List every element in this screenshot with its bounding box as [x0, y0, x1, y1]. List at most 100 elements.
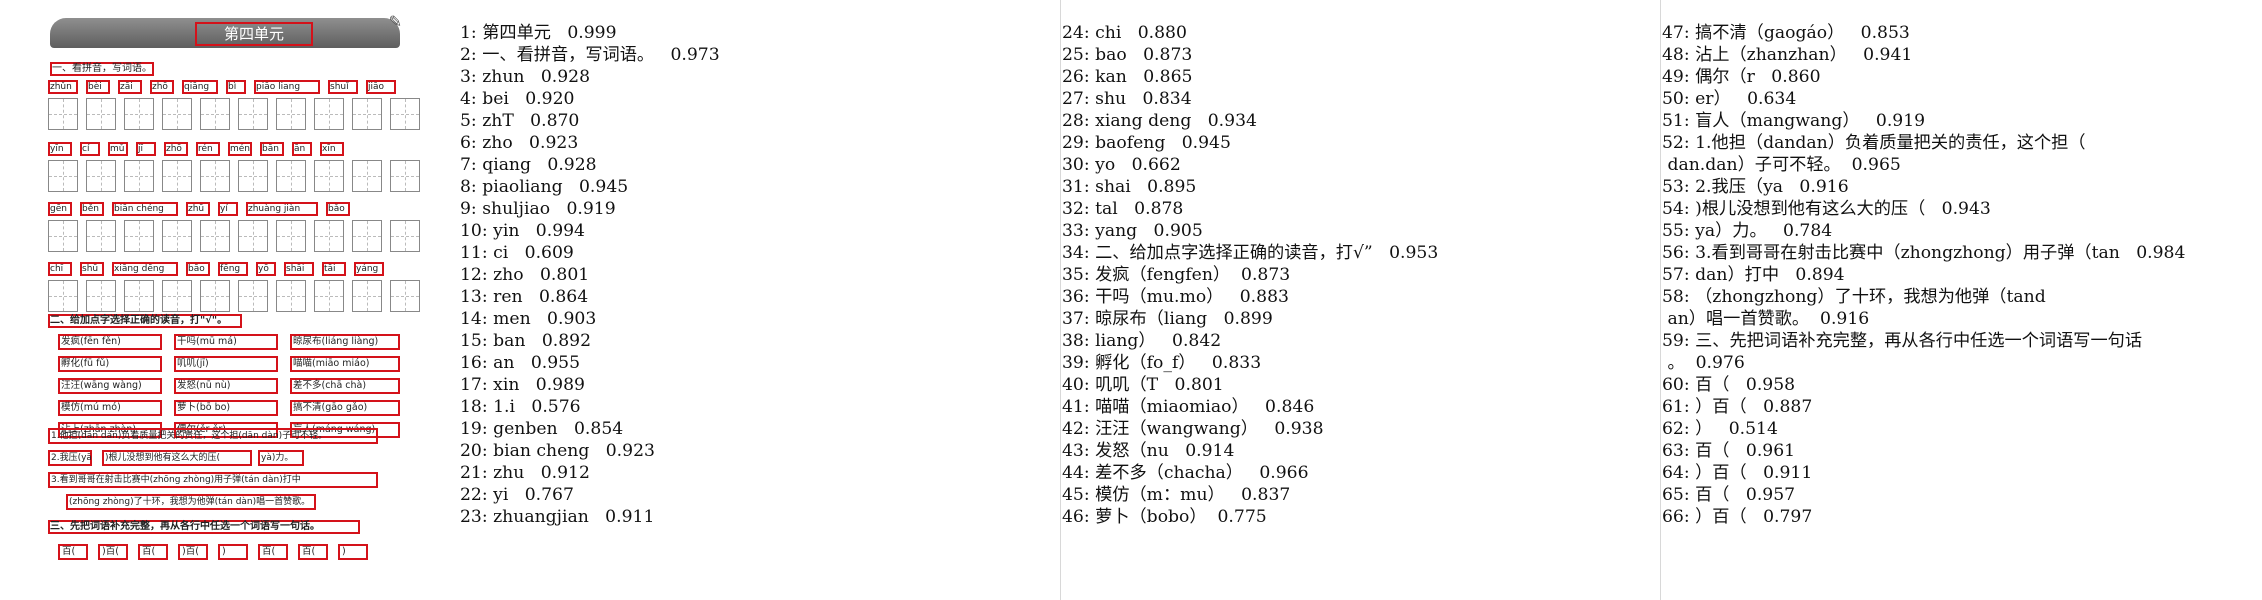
pinyin-label: mén — [230, 144, 251, 154]
writing-grid-cell — [86, 160, 116, 192]
worksheet-header-band: 第四单元 ✎ — [50, 12, 402, 48]
writing-grid-cell — [48, 160, 78, 192]
pinyin-label: ān — [294, 144, 306, 154]
writing-grid-cell — [314, 98, 344, 130]
ocr-result-line: 15: ban 0.892 — [460, 331, 592, 351]
writing-grid-cell — [352, 280, 382, 312]
writing-grid-cell — [48, 280, 78, 312]
ocr-result-line: 24: chi 0.880 — [1062, 23, 1187, 43]
ocr-result-line: 57: dan）打中 0.894 — [1662, 265, 1845, 285]
ocr-result-line: 61: ）百（ 0.887 — [1662, 397, 1813, 417]
pinyin-label: bǎo — [328, 204, 345, 214]
ocr-result-line: 38: liang） 0.842 — [1062, 331, 1222, 351]
fill-blank: 百( — [142, 546, 156, 557]
ocr-result-line: 9: shuljiao 0.919 — [460, 199, 616, 219]
writing-grid-cell — [352, 98, 382, 130]
ocr-result-line: 26: kan 0.865 — [1062, 67, 1193, 87]
writing-grid-cell — [238, 160, 268, 192]
ocr-result-line: 56: 3.看到哥哥在射击比赛中（zhongzhong）用子弹（tan 0.98… — [1662, 243, 2186, 263]
ocr-result-line: 4: bei 0.920 — [460, 89, 575, 109]
ocr-result-line: 44: 差不多（chacha） 0.966 — [1062, 463, 1309, 483]
pinyin-label: zhō — [166, 144, 182, 154]
pinyin-label: rén — [198, 144, 213, 154]
writing-grid-cell — [390, 280, 420, 312]
ocr-result-line: 。 0.976 — [1662, 353, 1745, 373]
ocr-result-line: 6: zho 0.923 — [460, 133, 579, 153]
pinyin-label: yáng — [356, 264, 379, 274]
pinyin-label: yí — [220, 204, 228, 214]
ocr-result-line: 20: bian cheng 0.923 — [460, 441, 655, 461]
writing-grid-cell — [124, 220, 154, 252]
ocr-result-line: 62: ） 0.514 — [1662, 419, 1778, 439]
ocr-result-line: 10: yin 0.994 — [460, 221, 585, 241]
choice-item: 晾尿布(liáng liàng) — [293, 336, 379, 347]
choice-item: 孵化(fū fǔ) — [61, 358, 110, 369]
writing-grid-cell — [390, 220, 420, 252]
ocr-result-line: 5: zhT 0.870 — [460, 111, 580, 131]
pinyin-label: biān chéng — [114, 204, 164, 214]
ocr-result-line: 22: yi 0.767 — [460, 485, 574, 505]
writing-grid-cell — [276, 98, 306, 130]
ocr-result-line: 40: 叽叽（T 0.801 — [1062, 375, 1224, 395]
writing-grid-row — [48, 160, 420, 192]
ocr-result-line: 25: bao 0.873 — [1062, 45, 1193, 65]
ocr-result-line: 19: genben 0.854 — [460, 419, 624, 439]
ocr-result-line: 42: 汪汪（wangwang） 0.938 — [1062, 419, 1324, 439]
writing-grid-cell — [276, 160, 306, 192]
ocr-result-line: 60: 百（ 0.958 — [1662, 375, 1796, 395]
pinyin-label: běn — [82, 204, 99, 214]
writing-grid-cell — [162, 280, 192, 312]
ocr-result-line: 48: 沾上（zhanzhan） 0.941 — [1662, 45, 1913, 65]
writing-grid-cell — [314, 160, 344, 192]
pinyin-label: zhuàng jiàn — [248, 204, 301, 214]
choice-item: 叽叽(jī) — [177, 358, 209, 369]
ocr-column-2: 24: chi 0.880 25: bao 0.873 26: kan 0.865 2… — [1062, 22, 1438, 528]
worksheet-image: 第四单元 ✎ 一、看拼音，写词语。 zhǔn bèi zāi zhō qiāng bì pi… — [44, 12, 420, 586]
ocr-result-line: 43: 发怒（nu 0.914 — [1062, 441, 1235, 461]
choice-item: 差不多(chā chà) — [293, 380, 367, 391]
writing-grid-cell — [352, 160, 382, 192]
ocr-result-line: 64: ）百（ 0.911 — [1662, 463, 1813, 483]
ocr-result-line: 55: ya）力。 0.784 — [1662, 221, 1833, 241]
ocr-result-line: 12: zho 0.801 — [460, 265, 590, 285]
writing-grid-cell — [200, 160, 230, 192]
writing-grid-row — [48, 98, 420, 130]
writing-grid-cell — [162, 220, 192, 252]
ocr-result-line: 65: 百（ 0.957 — [1662, 485, 1796, 505]
pinyin-label: qiāng — [184, 82, 210, 92]
writing-grid-row — [48, 280, 420, 312]
ocr-result-line: 34: 二、给加点字选择正确的读音，打√” 0.953 — [1062, 243, 1439, 263]
writing-grid-cell — [162, 160, 192, 192]
ocr-result-line: 54: )根儿没想到他有这么大的压（ 0.943 — [1662, 199, 1991, 219]
pinyin-label: jī — [138, 144, 144, 154]
ocr-result-line: 27: shu 0.834 — [1062, 89, 1192, 109]
writing-grid-cell — [48, 220, 78, 252]
ocr-result-line: 7: qiang 0.928 — [460, 155, 597, 175]
pinyin-label: zāi — [120, 82, 133, 92]
pinyin-label: yō — [258, 264, 269, 274]
pinyin-label: bān — [262, 144, 279, 154]
ocr-result-line: 28: xiang deng 0.934 — [1062, 111, 1257, 131]
fill-blank: ) — [342, 546, 346, 557]
pinyin-label: shāi — [286, 264, 305, 274]
pinyin-label: yīn — [50, 144, 64, 154]
pinyin-label: xiāng dēng — [114, 264, 165, 274]
pinyin-label: fēng — [220, 264, 241, 274]
ocr-result-line: 36: 干吗（mu.mo） 0.883 — [1062, 287, 1289, 307]
ocr-column-3: 47: 搞不清（gaogáo） 0.853 48: 沾上（zhanzhan） 0.… — [1662, 22, 2185, 528]
choice-item: 模仿(mú mó) — [61, 402, 121, 413]
writing-grid-cell — [390, 98, 420, 130]
ocr-result-line: 21: zhu 0.912 — [460, 463, 590, 483]
choice-item: 汪汪(wāng wàng) — [61, 380, 142, 391]
pinyin-label: piāo liang — [256, 82, 301, 92]
ocr-result-line: 17: xin 0.989 — [460, 375, 585, 395]
ocr-result-line: dan.dan）子可不轻。 0.965 — [1662, 155, 1901, 175]
sentence-text: 1.他担(dān dàn)负着质量把关的责任，这个担(dān dàn)子可不轻。 — [51, 431, 328, 441]
choice-item: 喵喵(miāo miáo) — [293, 358, 370, 369]
ocr-result-line: 31: shai 0.895 — [1062, 177, 1197, 197]
pinyin-label: gēn — [50, 204, 67, 214]
ocr-result-line: 41: 喵喵（miaomiao） 0.846 — [1062, 397, 1315, 417]
ocr-result-line: 52: 1.他担（dandan）负着质量把关的责任，这个担（ — [1662, 133, 2086, 153]
pinyin-label: tāi — [324, 264, 336, 274]
ocr-result-line: 58: （zhongzhong）了十环，我想为他弹（tand — [1662, 287, 2046, 307]
